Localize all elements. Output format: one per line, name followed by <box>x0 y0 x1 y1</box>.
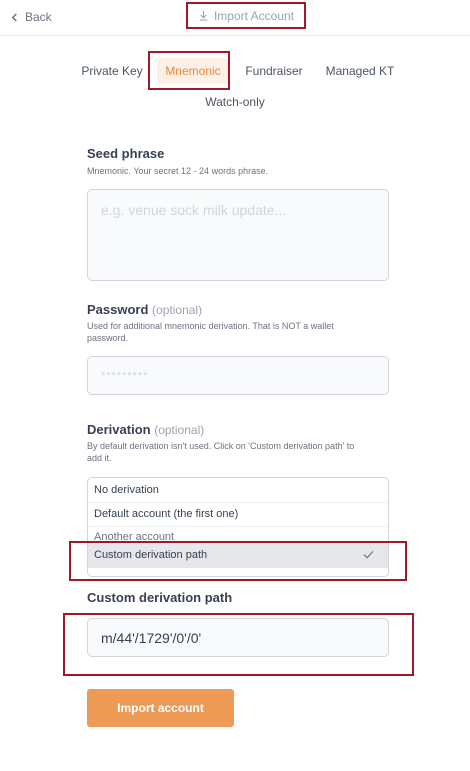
tab-managed-kt[interactable]: Managed KT <box>322 53 398 88</box>
derivation-option-another[interactable]: Another account <box>88 527 388 542</box>
derivation-option-default[interactable]: Default account (the first one) <box>88 503 388 527</box>
password-placeholder: ********* <box>101 369 149 382</box>
back-label: Back <box>25 10 52 24</box>
password-input[interactable]: ********* <box>87 356 389 395</box>
page-title: Import Account <box>186 2 306 29</box>
import-tabs: Private Key Mnemonic Fundraiser Managed … <box>0 53 470 88</box>
header-bar: Back Import Account <box>0 0 470 36</box>
back-button[interactable]: Back <box>10 10 52 24</box>
derivation-option-custom[interactable]: Custom derivation path <box>88 542 388 568</box>
seed-phrase-input[interactable]: e.g. venue sock milk update... <box>87 189 389 281</box>
custom-path-label: Custom derivation path <box>87 590 233 605</box>
seed-phrase-label: Seed phrase <box>87 146 165 161</box>
password-optional: (optional) <box>152 303 203 317</box>
password-description: Used for additional mnemonic derivation.… <box>87 321 334 343</box>
page-title-label: Import Account <box>213 8 295 23</box>
seed-phrase-placeholder: e.g. venue sock milk update... <box>101 202 287 218</box>
import-account-button[interactable]: Import account <box>87 689 234 727</box>
derivation-options: No derivation Default account (the first… <box>87 477 389 577</box>
tab-mnemonic-label: Mnemonic <box>157 57 229 84</box>
tab-watch-only[interactable]: Watch-only <box>0 95 470 109</box>
checkmark-icon <box>363 550 374 559</box>
derivation-description: By default derivation isn't used. Click … <box>87 441 355 463</box>
password-label: Password (optional) <box>87 302 203 317</box>
derivation-label: Derivation (optional) <box>87 422 205 437</box>
derivation-optional: (optional) <box>154 423 205 437</box>
derivation-option-custom-label: Custom derivation path <box>94 549 208 561</box>
tab-private-key[interactable]: Private Key <box>80 53 144 88</box>
tab-fundraiser[interactable]: Fundraiser <box>242 53 306 88</box>
custom-path-value: m/44'/1729'/0'/0' <box>101 629 202 646</box>
derivation-option-none[interactable]: No derivation <box>88 478 388 503</box>
tab-mnemonic[interactable]: Mnemonic <box>157 53 229 88</box>
custom-path-input[interactable]: m/44'/1729'/0'/0' <box>87 618 389 657</box>
download-icon <box>199 10 208 21</box>
chevron-left-icon <box>11 12 17 22</box>
seed-phrase-description: Mnemonic. Your secret 12 - 24 words phra… <box>87 166 269 176</box>
